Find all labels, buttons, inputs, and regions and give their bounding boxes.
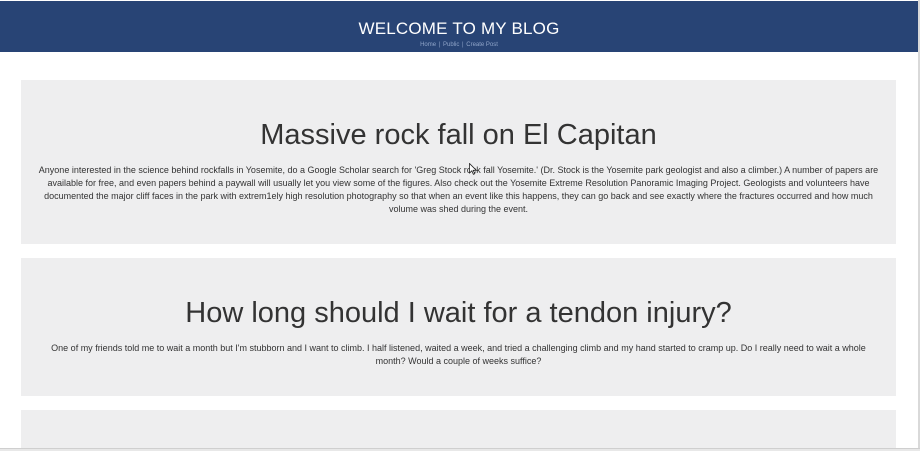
nav-separator: | (462, 42, 464, 48)
post-body: One of my friends told me to wait a mont… (51, 343, 866, 366)
post-card: Massive rock fall on El Capitan Anyone i… (21, 80, 896, 244)
site-title: WELCOME TO MY BLOG (358, 19, 560, 38)
nav-link-home[interactable]: Home (420, 42, 436, 48)
post-card (21, 410, 896, 450)
nav-link-create-post[interactable]: Create Post (466, 42, 498, 48)
post-title: Massive rock fall on El Capitan (260, 119, 657, 151)
nav-separator: | (438, 42, 441, 48)
blog-page: WELCOME TO MY BLOG Home | Public | Creat… (0, 0, 920, 451)
post-title: How long should I wait for a tendon inju… (185, 297, 732, 329)
post-body: Anyone interested in the science behind … (38, 165, 879, 214)
nav-links: Home | Public | Create Post (0, 41, 918, 49)
nav-link-public[interactable]: Public (443, 42, 459, 48)
site-header: WELCOME TO MY BLOG Home | Public | Creat… (0, 1, 918, 52)
post-card: How long should I wait for a tendon inju… (21, 258, 896, 396)
arrow-pointer-icon (469, 163, 477, 175)
